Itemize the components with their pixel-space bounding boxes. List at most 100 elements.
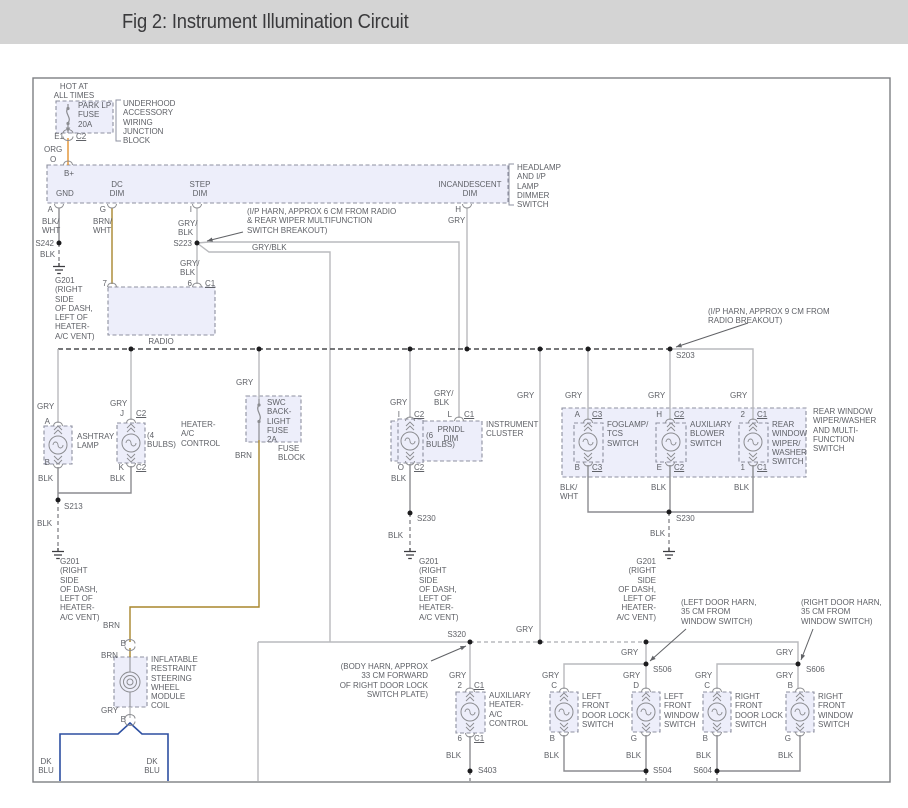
right-window-label: RIGHT FRONT WINDOW SWITCH xyxy=(818,692,853,729)
radio-pin-6: 6 xyxy=(188,279,192,288)
ldl-pin-b: B xyxy=(550,734,555,743)
ashtray-lamp-label: ASHTRAY LAMP xyxy=(77,432,114,451)
wire-s223-to-prndl xyxy=(197,242,459,418)
wire-gry-ldl: GRY xyxy=(542,671,559,680)
splice-s506: S506 xyxy=(653,665,672,674)
aux-connector-c1-bot[interactable]: C1 xyxy=(474,734,484,743)
coil-pin-b-top: B xyxy=(121,639,126,648)
cluster-pin-o: O xyxy=(398,463,404,472)
pin-g: G xyxy=(100,205,106,214)
pin-i: I xyxy=(190,205,192,214)
arrow-note-s203-head xyxy=(676,343,682,347)
heater-connector-c2-bot[interactable]: C2 xyxy=(136,463,146,472)
blower-connector-c2-top[interactable]: C2 xyxy=(674,410,684,419)
aux-pin-2: 2 xyxy=(458,681,462,690)
wire-gry-rfw: GRY xyxy=(776,671,793,680)
note-right-door-harn: (RIGHT DOOR HARN, 35 CM FROM WINDOW SWIT… xyxy=(801,598,882,626)
wiring-diagram: Fig 2: Instrument Illumination Circuit H… xyxy=(0,0,908,808)
splice-s203: S203 xyxy=(676,351,695,360)
wire-brn-wht: BRN/ WHT xyxy=(93,217,112,236)
pin-rfw-b-terminal xyxy=(796,688,805,692)
wire-dk-blu-2: DK BLU xyxy=(144,757,160,776)
dimmer-label-bracket xyxy=(509,164,514,205)
wire-gry-wiper: GRY xyxy=(730,391,747,400)
arrow-note-s320 xyxy=(431,646,466,661)
dot-s242 xyxy=(57,241,62,246)
dot-s604 xyxy=(715,769,720,774)
park-lp-fuse-dot-1 xyxy=(66,107,69,110)
wire-gry-cluster: GRY xyxy=(390,398,407,407)
dot-s213 xyxy=(56,498,61,503)
heater-pin-k: K xyxy=(119,463,124,472)
wire-blk-wiper: BLK xyxy=(734,483,749,492)
park-lp-fuse-dot-2 xyxy=(66,122,69,125)
junction-block-label: UNDERHOOD ACCESSORY WIRING JUNCTION BLOC… xyxy=(123,99,175,145)
dot-s506 xyxy=(644,662,649,667)
junction-block-bracket xyxy=(116,100,121,141)
pin-a: A xyxy=(48,205,53,214)
ashtray-pin-a: A xyxy=(45,417,50,426)
aux-blower-label: AUXILIARY BLOWER SWITCH xyxy=(690,420,732,448)
ldl-pin-c: C xyxy=(551,681,557,690)
blower-connector-c2-bot[interactable]: C2 xyxy=(674,463,684,472)
rear-wiper-label: REAR WINDOW WIPER/ WASHER SWITCH xyxy=(772,420,807,466)
dot-bus2-mid xyxy=(538,640,543,645)
splice-s230-1: S230 xyxy=(417,514,436,523)
wire-blk-lfw: BLK xyxy=(626,751,641,760)
splice-s403: S403 xyxy=(478,766,497,775)
pin-e1: E1 xyxy=(54,132,64,141)
dot-s203 xyxy=(668,347,673,352)
wire-blk-wht-fog: BLK/ WHT xyxy=(560,483,578,502)
rdl-pin-b: B xyxy=(703,734,708,743)
fog-connector-c3-bot[interactable]: C3 xyxy=(592,463,602,472)
note-body-harn: (BODY HARN, APPROX 33 CM FORWARD OF RIGH… xyxy=(340,662,428,699)
cluster-connector-c2-bot[interactable]: C2 xyxy=(414,463,424,472)
lfw-pin-d: D xyxy=(633,681,639,690)
splice-s320: S320 xyxy=(447,630,466,639)
dot-s403 xyxy=(468,769,473,774)
wire-gry-aux: GRY xyxy=(449,671,466,680)
cluster-pin-l: L xyxy=(448,410,452,419)
ground-g201-4-label: G201 (RIGHT SIDE OF DASH, LEFT OF HEATER… xyxy=(616,557,656,622)
arrow-note-s606-head xyxy=(801,654,805,660)
wire-blk-1: BLK xyxy=(40,250,55,259)
heater-connector-c2-top[interactable]: C2 xyxy=(136,409,146,418)
wire-brn-swc xyxy=(130,440,259,642)
lfw-pin-g: G xyxy=(631,734,637,743)
dot-bus-cluster xyxy=(408,347,413,352)
note-ip-harn-6cm: (I/P HARN, APPROX 6 CM FROM RADIO & REAR… xyxy=(247,207,396,235)
wire-gry-s506: GRY xyxy=(621,648,638,657)
wiper-pin-1: 1 xyxy=(741,463,745,472)
aux-connector-c1-top[interactable]: C1 xyxy=(474,681,484,690)
rdl-pin-c: C xyxy=(704,681,710,690)
splice-s242: S242 xyxy=(35,239,54,248)
fog-pin-a: A xyxy=(575,410,580,419)
connector-c2-fuse[interactable]: C2 xyxy=(76,132,86,141)
radio-pin-7: 7 xyxy=(103,279,107,288)
wire-blk-aux: BLK xyxy=(446,751,461,760)
wire-gry-blk-prndl: GRY/ BLK xyxy=(434,389,453,408)
wire-gry-rdl: GRY xyxy=(695,671,712,680)
dot-s320 xyxy=(468,640,473,645)
wire-gry-lfw: GRY xyxy=(623,671,640,680)
radio-connector-c1[interactable]: C1 xyxy=(205,279,215,288)
wire-gry-heater: GRY xyxy=(110,399,127,408)
splice-s504: S504 xyxy=(653,766,672,775)
cluster-connector-c1[interactable]: C1 xyxy=(464,410,474,419)
wire-blk-blower: BLK xyxy=(651,483,666,492)
wire-blk-rdl: BLK xyxy=(696,751,711,760)
note-ip-harn-9cm: (I/P HARN, APPROX 9 CM FROM RADIO BREAKO… xyxy=(708,307,830,326)
wiper-connector-c1-bot[interactable]: C1 xyxy=(757,463,767,472)
wire-brn-coil-1: BRN xyxy=(103,621,120,630)
arrow-note-s203 xyxy=(676,323,748,347)
dot-bus-incand xyxy=(465,347,470,352)
pin-dimmer-g-terminal xyxy=(108,204,117,208)
fog-connector-c3-top[interactable]: C3 xyxy=(592,410,602,419)
cluster-connector-c2-top[interactable]: C2 xyxy=(414,410,424,419)
pin-h: H xyxy=(455,205,461,214)
wire-gry-s606: GRY xyxy=(776,648,793,657)
prndl-dim-label: PRNDL DIM xyxy=(437,425,464,444)
pin-gnd: GND xyxy=(56,189,74,198)
radio-box xyxy=(108,287,215,335)
wiper-connector-c1-top[interactable]: C1 xyxy=(757,410,767,419)
